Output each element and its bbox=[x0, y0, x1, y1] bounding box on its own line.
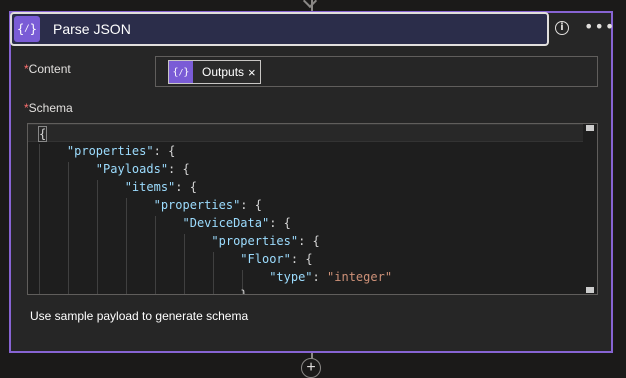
code-line[interactable]: } bbox=[28, 286, 248, 295]
code-line[interactable]: { bbox=[28, 124, 583, 142]
remove-token-icon[interactable]: × bbox=[248, 65, 260, 80]
content-label-text: Content bbox=[28, 62, 71, 76]
schema-label-text: Schema bbox=[28, 101, 73, 115]
code-text: "properties": { bbox=[153, 198, 262, 212]
token-label: Outputs bbox=[202, 65, 245, 79]
code-text: "Payloads": { bbox=[95, 162, 190, 176]
code-line[interactable]: "properties": { bbox=[28, 142, 175, 160]
expression-icon: {/} bbox=[14, 16, 40, 42]
connector-arrow-icon bbox=[302, 0, 318, 9]
schema-label: *Schema bbox=[24, 101, 73, 115]
editor-scrollbar[interactable] bbox=[584, 124, 596, 294]
code-text: "properties": { bbox=[66, 144, 176, 158]
content-input[interactable]: {/} Outputs × bbox=[155, 56, 598, 87]
code-line[interactable]: "Payloads": { bbox=[28, 160, 190, 178]
content-label: *Content bbox=[24, 62, 71, 76]
code-line[interactable]: "Floor": { bbox=[28, 250, 313, 268]
scroll-up-icon[interactable] bbox=[586, 125, 594, 131]
action-header[interactable]: {/} Parse JSON bbox=[10, 12, 549, 46]
code-line[interactable]: "properties": { bbox=[28, 196, 262, 214]
code-text: } bbox=[38, 288, 248, 295]
code-line[interactable]: "items": { bbox=[28, 178, 197, 196]
parse-json-card: {/} Parse JSON i ••• *Content {/} Output… bbox=[9, 11, 615, 353]
scroll-down-icon[interactable] bbox=[586, 287, 594, 293]
expression-icon: {/} bbox=[169, 61, 193, 83]
info-icon[interactable]: i bbox=[555, 21, 569, 35]
action-title[interactable]: Parse JSON bbox=[53, 21, 131, 37]
code-text: { bbox=[38, 126, 48, 142]
schema-editor[interactable]: { "properties": { "Payloads": { "items":… bbox=[27, 123, 598, 295]
code-text: "Floor": { bbox=[240, 252, 313, 266]
use-sample-payload-link[interactable]: Use sample payload to generate schema bbox=[30, 309, 248, 323]
more-options-icon[interactable]: ••• bbox=[584, 17, 615, 36]
code-text: "items": { bbox=[124, 180, 197, 194]
outputs-token[interactable]: {/} Outputs × bbox=[168, 60, 261, 84]
add-step-icon[interactable]: + bbox=[301, 358, 321, 378]
code-line[interactable]: "type": "integer" bbox=[28, 268, 392, 286]
code-line[interactable]: "properties": { bbox=[28, 232, 320, 250]
code-text: "DeviceData": { bbox=[182, 216, 291, 230]
code-text: "properties": { bbox=[211, 234, 320, 248]
code-line[interactable]: "DeviceData": { bbox=[28, 214, 291, 232]
code-text: "type": "integer" bbox=[269, 270, 393, 284]
